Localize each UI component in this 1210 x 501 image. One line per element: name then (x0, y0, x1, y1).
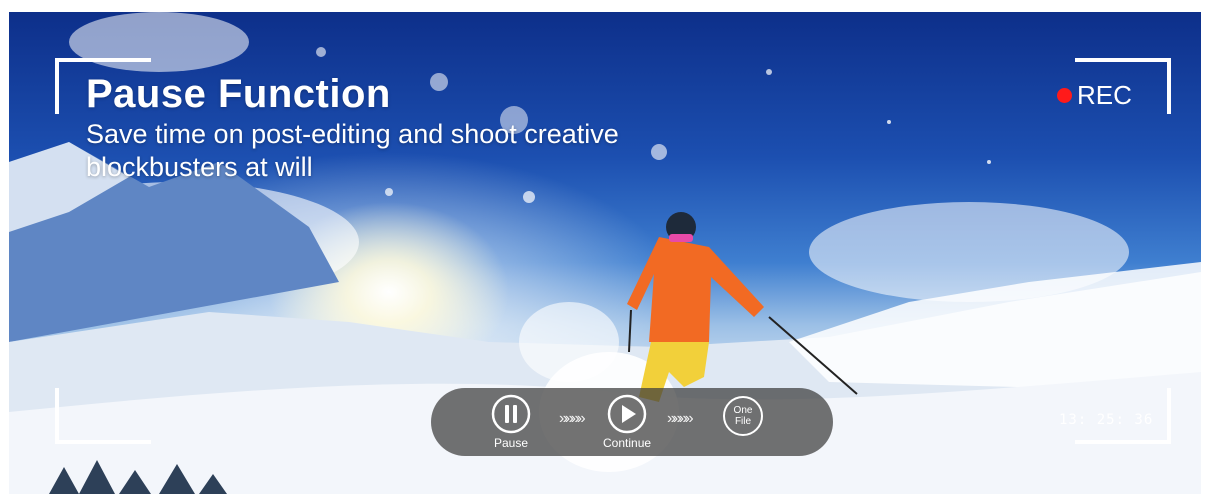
chevrons-right-icon: »»»» (559, 410, 586, 427)
one-file-label-line2: File (734, 416, 752, 427)
hero-banner: Pause Function Save time on post-editing… (9, 12, 1201, 494)
pause-icon (491, 394, 531, 434)
rec-label: REC (1077, 80, 1132, 110)
page-subtitle: Save time on post-editing and shoot crea… (86, 119, 619, 182)
pause-label: Pause (493, 436, 529, 450)
one-file-icon: One File (723, 396, 763, 436)
continue-label: Continue (603, 436, 652, 450)
one-file-button[interactable]: One File (723, 396, 763, 436)
pause-button[interactable]: Pause (491, 394, 531, 450)
page-title: Pause Function (86, 72, 391, 116)
one-file-label-line1: One (733, 405, 753, 416)
viewfinder-corner-bottom-left (55, 388, 151, 444)
rec-dot-icon (1057, 88, 1072, 103)
rec-indicator: REC (1057, 80, 1132, 111)
play-icon (607, 394, 647, 434)
chevrons-right-icon: »»»» (667, 410, 694, 427)
timecode: 13: 25: 36 (1059, 412, 1154, 428)
continue-button[interactable]: Continue (603, 394, 651, 450)
recording-control-bar: Pause »»»» Continue »»»» One File (431, 388, 833, 456)
